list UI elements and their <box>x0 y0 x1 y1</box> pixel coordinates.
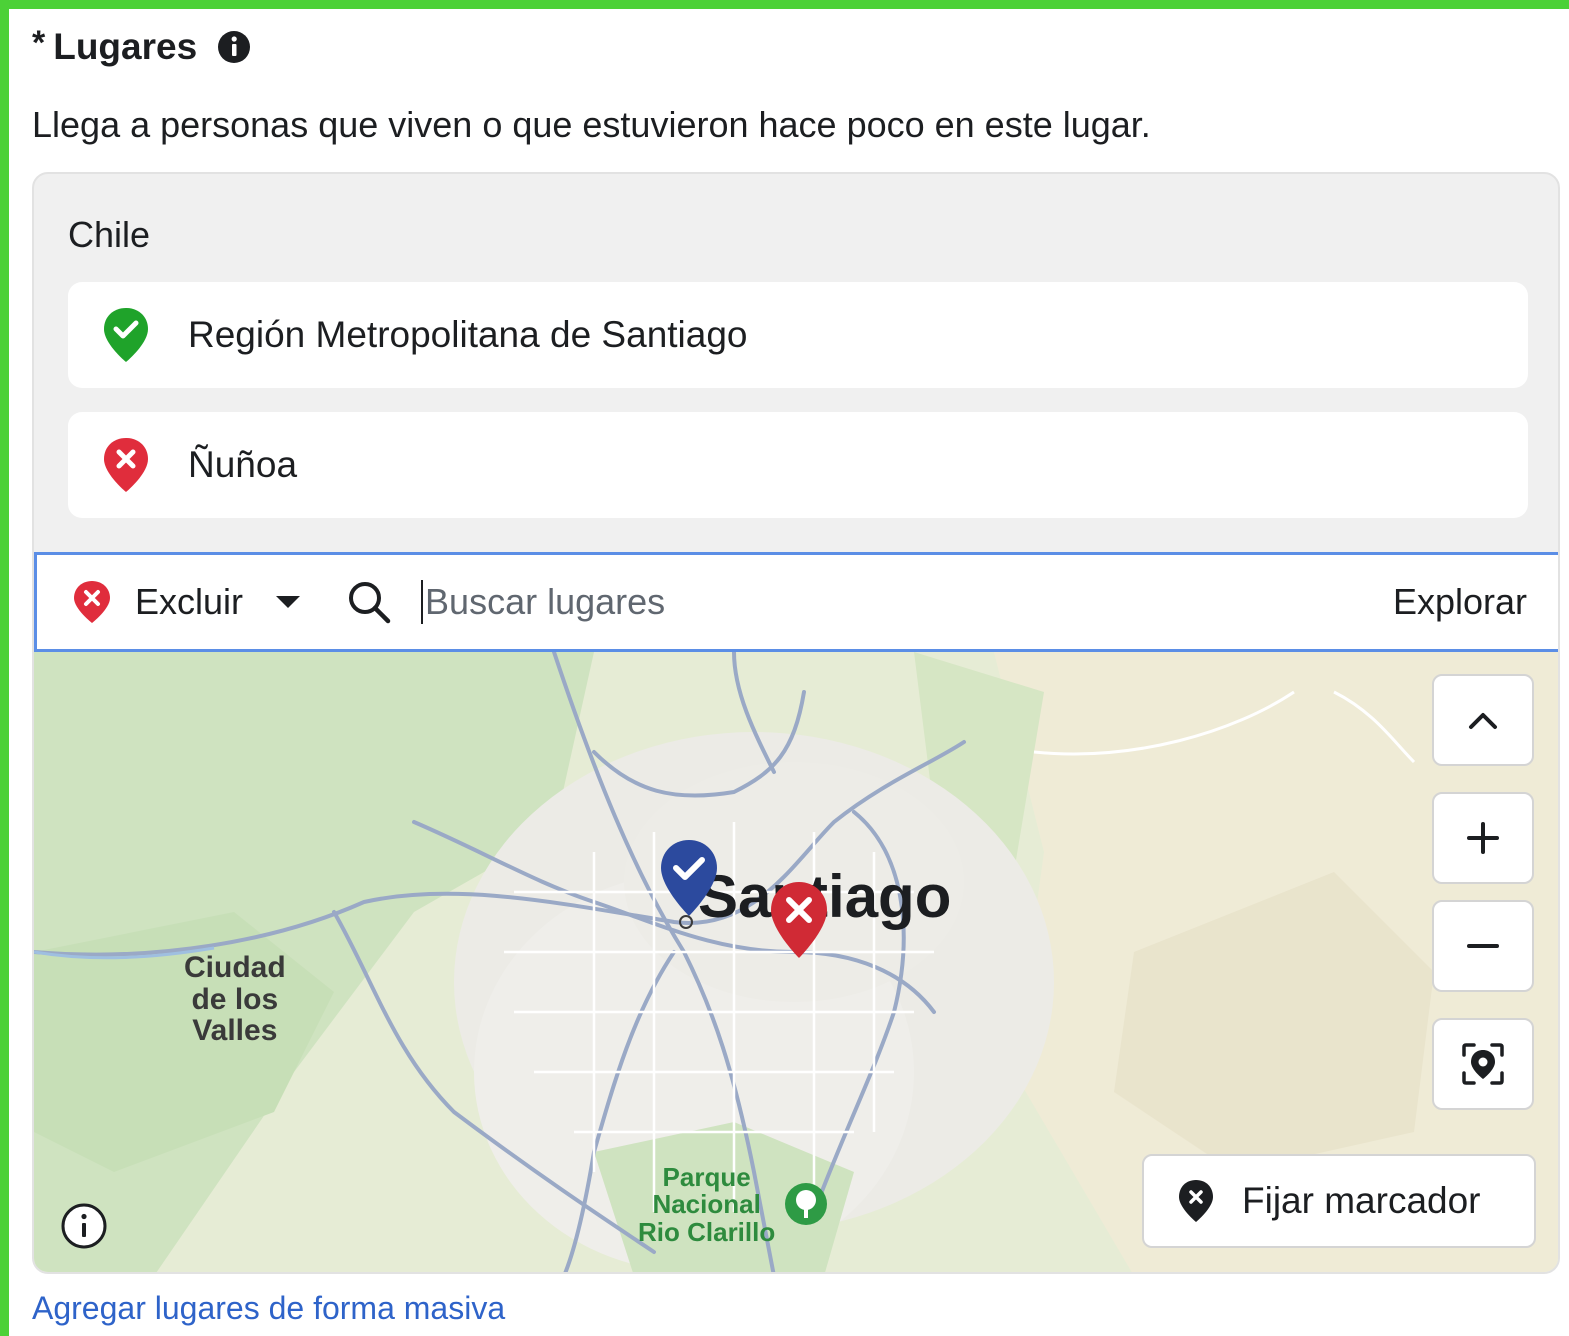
frame-top-border <box>0 0 1569 9</box>
chevron-up-icon <box>1469 713 1497 729</box>
chevron-down-icon[interactable] <box>275 595 301 609</box>
location-label: Región Metropolitana de Santiago <box>188 314 748 355</box>
explore-button[interactable]: Explorar <box>1393 581 1527 623</box>
recenter-button[interactable] <box>1432 1018 1534 1110</box>
zoom-in-button[interactable] <box>1432 792 1534 884</box>
locate-icon <box>1462 1043 1504 1085</box>
collapse-map-button[interactable] <box>1432 674 1534 766</box>
country-label: Chile <box>68 214 151 255</box>
search-icon <box>349 582 391 624</box>
exclude-map-marker-icon[interactable] <box>768 880 830 960</box>
info-icon[interactable] <box>217 30 251 64</box>
map-view[interactable]: Ciudad de los Valles Santiago Parque Nac… <box>34 652 1558 1272</box>
required-marker: * <box>32 24 46 62</box>
drop-pin-button[interactable]: Fijar marcador <box>1142 1154 1536 1248</box>
map-info-icon[interactable] <box>60 1202 108 1250</box>
map-park-label: Parque Nacional Rio Clarillo <box>638 1162 776 1247</box>
exclude-mode-pin-icon <box>74 581 110 623</box>
location-search-bar: Excluir Explorar <box>34 552 1558 652</box>
location-item-excluded[interactable]: Ñuñoa <box>68 412 1528 518</box>
include-map-marker-icon[interactable] <box>658 838 720 918</box>
location-item-included[interactable]: Región Metropolitana de Santiago <box>68 282 1528 388</box>
location-label: Ñuñoa <box>188 444 298 485</box>
frame-left-border <box>0 0 9 1336</box>
zoom-out-button[interactable] <box>1432 900 1534 992</box>
search-input[interactable] <box>421 580 1328 624</box>
section-title: Lugares <box>53 26 198 67</box>
map-place-label: Ciudad de los Valles <box>184 951 286 1047</box>
section-description: Llega a personas que viven o que estuvie… <box>32 104 1151 145</box>
exclude-pin-icon <box>104 438 148 492</box>
locations-panel: Chile Región Metropolitana de Santiago Ñ… <box>32 172 1560 1274</box>
zoom-in-icon <box>1467 822 1499 854</box>
pin-icon <box>1179 1180 1213 1222</box>
include-pin-icon <box>104 308 148 362</box>
drop-pin-label: Fijar marcador <box>1242 1180 1481 1221</box>
section-header: * Lugares <box>32 26 251 68</box>
park-tree-icon <box>785 1183 827 1225</box>
zoom-out-icon <box>1467 944 1499 948</box>
bulk-add-locations-link[interactable]: Agregar lugares de forma masiva <box>32 1290 505 1327</box>
include-exclude-dropdown[interactable]: Excluir <box>135 581 243 623</box>
